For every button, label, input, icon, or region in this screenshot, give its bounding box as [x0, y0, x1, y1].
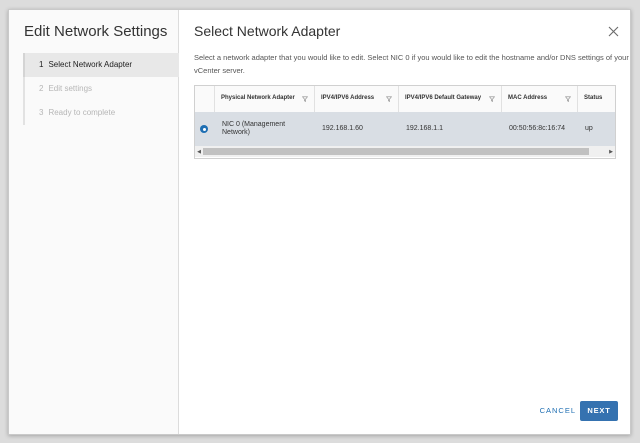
- mac-address-cell: 00:50:56:8c:16:74: [509, 125, 566, 132]
- grid-header-select: [195, 86, 215, 112]
- column-header-ip-address[interactable]: IPV4/IPV6 Address: [315, 86, 399, 112]
- step-number: 3: [39, 108, 44, 117]
- status-cell: up: [585, 125, 593, 132]
- network-adapter-grid: Physical Network Adapter IPV4/IPV6 Addre…: [194, 85, 616, 159]
- filter-icon[interactable]: [489, 96, 495, 102]
- column-label: Status: [584, 95, 603, 102]
- column-header-mac-address[interactable]: MAC Address: [502, 86, 578, 112]
- step-label: Edit settings: [48, 84, 93, 93]
- scroll-right-arrow-icon[interactable]: ▶: [607, 146, 615, 157]
- next-button[interactable]: NEXT: [580, 401, 618, 421]
- step-number: 2: [39, 84, 44, 93]
- wizard-step-select-network-adapter[interactable]: 1 Select Network Adapter: [23, 53, 179, 77]
- column-label: Physical Network Adapter: [221, 95, 295, 102]
- page-description: Select a network adapter that you would …: [194, 53, 629, 75]
- filter-icon[interactable]: [386, 96, 392, 102]
- grid-header: Physical Network Adapter IPV4/IPV6 Addre…: [195, 86, 615, 113]
- column-header-default-gateway[interactable]: IPV4/IPV6 Default Gateway: [399, 86, 502, 112]
- horizontal-scrollbar[interactable]: ◀ ▶: [195, 146, 615, 157]
- radio-selected-icon[interactable]: [200, 125, 208, 133]
- ip-address-cell: 192.168.1.60: [322, 125, 363, 132]
- filter-icon[interactable]: [565, 96, 571, 102]
- scroll-left-arrow-icon[interactable]: ◀: [195, 146, 203, 157]
- cancel-button[interactable]: CANCEL: [535, 401, 581, 421]
- wizard-title: Edit Network Settings: [24, 23, 168, 40]
- edit-network-settings-dialog: Edit Network Settings 1 Select Network Ad…: [8, 9, 631, 435]
- wizard-content: Select Network Adapter Select a network …: [179, 10, 630, 434]
- wizard-step-ready-to-complete: 3 Ready to complete: [23, 101, 179, 125]
- step-number: 1: [39, 60, 44, 69]
- step-label: Select Network Adapter: [48, 60, 133, 69]
- column-label: IPV4/IPV6 Address: [321, 95, 375, 102]
- page-title: Select Network Adapter: [194, 23, 341, 39]
- step-label: Ready to complete: [48, 108, 116, 117]
- row-select-cell[interactable]: [195, 112, 215, 146]
- wizard-sidebar: Edit Network Settings 1 Select Network Ad…: [9, 10, 179, 434]
- column-header-physical-network-adapter[interactable]: Physical Network Adapter: [215, 86, 315, 112]
- scrollbar-thumb[interactable]: [203, 148, 589, 155]
- wizard-step-edit-settings: 2 Edit settings: [23, 77, 179, 101]
- wizard-steps: 1 Select Network Adapter 2 Edit settings 3…: [23, 53, 179, 125]
- column-header-status[interactable]: Status: [578, 86, 615, 112]
- close-icon[interactable]: [608, 26, 619, 37]
- column-label: IPV4/IPV6 Default Gateway: [405, 95, 482, 102]
- table-row[interactable]: NIC 0 (Management Network) 192.168.1.60 …: [195, 112, 615, 146]
- column-label: MAC Address: [508, 95, 548, 102]
- adapter-cell: NIC 0 (Management Network): [222, 121, 286, 136]
- gateway-cell: 192.168.1.1: [406, 125, 443, 132]
- filter-icon[interactable]: [302, 96, 308, 102]
